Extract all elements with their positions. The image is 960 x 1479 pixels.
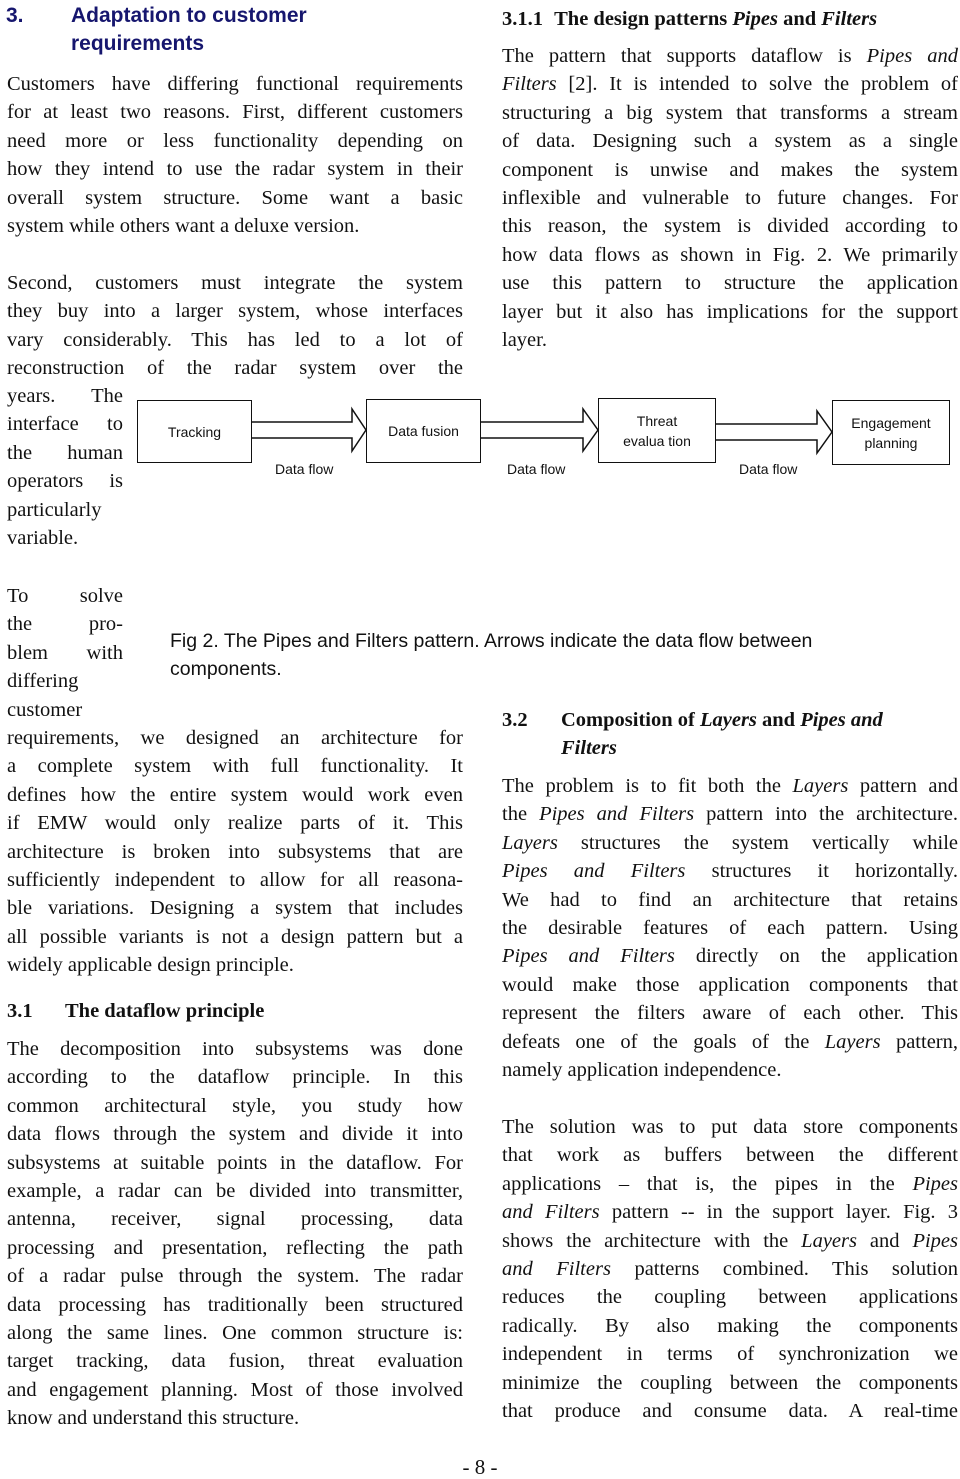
section-title: Composition of Layers and Pipes and Filte… bbox=[561, 709, 883, 759]
text-line: know and understand this structure. bbox=[7, 1407, 300, 1430]
text-line: layer but it also has implications for t… bbox=[502, 300, 958, 323]
figure-pipes-and-filters: Tracking Data fusion Threat evalua tion … bbox=[0, 380, 960, 490]
text-line: structuring a big system that transforms… bbox=[502, 101, 958, 124]
text-line: customer bbox=[7, 698, 83, 721]
text-line: overall system structure. Some want a ba… bbox=[7, 186, 463, 209]
section-3-heading: 3. Adaptation to customer requirements bbox=[6, 2, 466, 62]
text-line: sufficiently independent to allow for al… bbox=[7, 869, 463, 892]
text-line: requirements, we designed an architectur… bbox=[7, 727, 463, 749]
text-line: layer. bbox=[502, 329, 547, 352]
data-flow-arrow bbox=[479, 406, 599, 454]
page-number: - 8 - bbox=[462, 1455, 498, 1479]
text-line: this reason, the system is divided accor… bbox=[502, 215, 958, 238]
text-line: along the same lines. One common structu… bbox=[7, 1322, 463, 1345]
text-line: of a radar pulse through the system. The… bbox=[7, 1265, 463, 1288]
section-3-2-heading: 3.2 Composition of Layers and Pipes and F… bbox=[502, 706, 958, 764]
paragraph-solution-data-store: The solution was to put data store compo… bbox=[502, 1116, 958, 1423]
component-data-fusion: Data fusion bbox=[366, 399, 481, 463]
text-line: and engagement planning. Most of those i… bbox=[7, 1378, 463, 1401]
paragraph-customer-requirements: Customers have differing functional requ… bbox=[7, 70, 463, 240]
text-line: defines how the entire system would work… bbox=[7, 783, 463, 806]
section-number: 3.1.1 bbox=[502, 8, 543, 30]
text-line: Customers have differing functional requ… bbox=[7, 73, 463, 95]
paragraph-integration: Second, customers must integrate the sys… bbox=[7, 269, 463, 383]
section-number: 3.2 bbox=[502, 709, 528, 731]
text-line: system while others want a deluxe versio… bbox=[7, 215, 360, 238]
section-number: 3. bbox=[6, 4, 24, 27]
text-line: blem with bbox=[7, 641, 123, 664]
text-line: target tracking, data fusion, threat eva… bbox=[7, 1350, 463, 1373]
section-title: Adaptation to customer requirements bbox=[71, 4, 307, 55]
text-line: data processing has traditionally been s… bbox=[7, 1293, 463, 1316]
text-line: data flows through the system and divide… bbox=[7, 1123, 463, 1146]
text-line: particularly bbox=[7, 498, 102, 521]
text-line: how they intend to use the radar system … bbox=[7, 158, 463, 181]
section-3-1-1-heading: 3.1.1 The design patterns Pipes and Filt… bbox=[502, 8, 878, 30]
paragraph-lines: structuring a big system that transforms… bbox=[502, 99, 958, 355]
text-line: To solve bbox=[7, 585, 123, 607]
text-line: how data flows as shown in Fig. 2. We pr… bbox=[502, 243, 958, 266]
text-line: example, a radar can be divided into tra… bbox=[7, 1180, 463, 1203]
text-line: for at least two reasons. First, differe… bbox=[7, 101, 463, 124]
data-flow-arrow bbox=[714, 408, 833, 456]
text-line: processing and presentation, reflecting … bbox=[7, 1236, 463, 1259]
text-line: architecture is broken into subsystems t… bbox=[7, 840, 463, 863]
data-flow-label: Data flow bbox=[275, 461, 334, 477]
text-line: all possible variants is not a design pa… bbox=[7, 925, 463, 948]
text-line: if EMW would only realize parts of it. T… bbox=[7, 812, 463, 835]
text-line: common architectural style, you study ho… bbox=[7, 1094, 463, 1117]
component-engagement-planning: Engagement planning bbox=[832, 400, 950, 465]
text-line: reconstruction of the radar system over … bbox=[7, 357, 463, 380]
text-line: inflexible and vulnerable to future chan… bbox=[502, 187, 958, 210]
text-line: ble variations. Designing a system that … bbox=[7, 897, 463, 920]
paragraph-solution-narrow: To solve the pro-blem with differing custom… bbox=[7, 582, 123, 724]
text-line: antenna, receiver, signal processing, da… bbox=[7, 1208, 463, 1231]
text-line: the pro- bbox=[7, 613, 123, 636]
text-line: variable. bbox=[7, 527, 79, 550]
text-line: use this pattern to structure the applic… bbox=[502, 272, 958, 295]
section-title: The dataflow principle bbox=[65, 1000, 265, 1022]
data-flow-arrow bbox=[250, 406, 367, 454]
text-line: according to the dataflow principle. In … bbox=[7, 1066, 463, 1089]
paragraph-dataflow-principle: The decomposition into subsystems was do… bbox=[7, 1035, 463, 1433]
text-line: a complete system with full functionalit… bbox=[7, 755, 463, 778]
text-line: subsystems at suitable points in the dat… bbox=[7, 1151, 463, 1174]
text-line: they buy into a larger system, whose int… bbox=[7, 300, 463, 323]
paragraph-composition: The problem is to fit both the Layers pa… bbox=[502, 775, 959, 1082]
text-line: vary considerably. This has led to a lot… bbox=[7, 328, 463, 351]
data-flow-label: Data flow bbox=[507, 461, 566, 477]
text-line: of data. Designing such a system as a si… bbox=[502, 130, 958, 153]
component-threat-evaluation: Threat evalua tion bbox=[598, 398, 716, 463]
paragraph-pipes-and-filters: The pattern that supports dataflow is Pi… bbox=[502, 42, 958, 354]
component-tracking: Tracking bbox=[137, 400, 252, 463]
section-3-1-heading: 3.1 The dataflow principle bbox=[7, 997, 463, 1025]
text-line: component is unwise and makes the system bbox=[502, 158, 958, 181]
paragraph-solution: requirements, we designed an architectur… bbox=[7, 724, 463, 980]
figure-caption: Fig 2. The Pipes and Filters pattern. Ar… bbox=[170, 630, 813, 680]
text-line: need more or less functionality dependin… bbox=[7, 129, 463, 152]
text-line: differing bbox=[7, 670, 79, 693]
section-number: 3.1 bbox=[7, 1000, 33, 1022]
text-line: The decomposition into subsystems was do… bbox=[7, 1038, 463, 1060]
data-flow-label: Data flow bbox=[739, 461, 798, 477]
text-line: widely applicable design principle. bbox=[7, 954, 294, 977]
text-line: Second, customers must integrate the sys… bbox=[7, 272, 463, 294]
